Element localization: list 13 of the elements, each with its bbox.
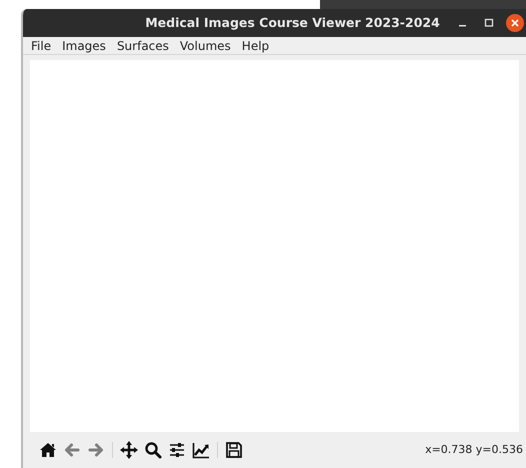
close-icon[interactable] bbox=[506, 14, 524, 32]
menu-item[interactable]: Volumes bbox=[180, 36, 231, 54]
menu-item[interactable]: Surfaces bbox=[116, 36, 169, 54]
line-chart-icon[interactable] bbox=[191, 440, 211, 460]
sliders-icon[interactable] bbox=[167, 440, 187, 460]
menu-item[interactable]: Images bbox=[62, 36, 106, 54]
home-icon[interactable] bbox=[38, 440, 58, 460]
menu-item[interactable]: Help bbox=[242, 36, 270, 54]
menu-item[interactable]: File bbox=[31, 36, 52, 54]
window-title: Medical Images Course Viewer 2023-2024 bbox=[145, 14, 440, 32]
cursor-coordinates: x=0.738 y=0.536 bbox=[425, 442, 523, 458]
search-icon[interactable] bbox=[143, 440, 163, 460]
move-icon[interactable] bbox=[119, 440, 139, 460]
